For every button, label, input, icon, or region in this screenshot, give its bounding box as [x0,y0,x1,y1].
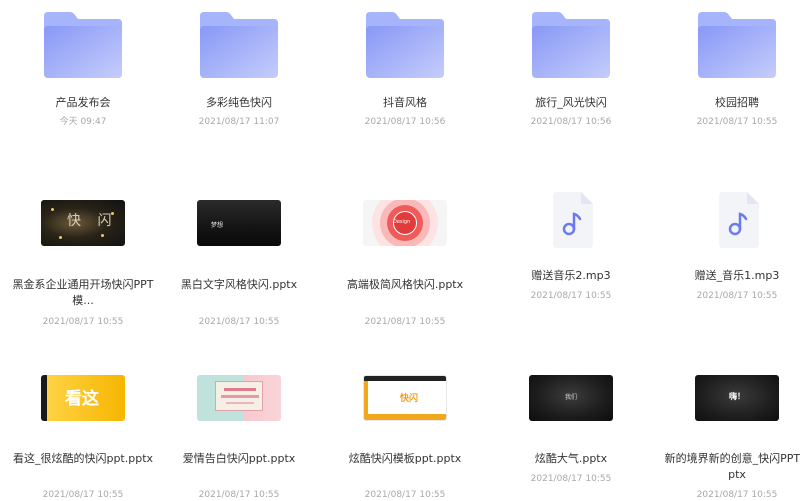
text-line-decoration [224,388,256,391]
item-name: 炫酷快闪模板ppt.pptx [348,452,462,465]
pptx-thumbnail: 我们 [529,375,613,421]
pptx-thumbnail: 看这 [41,375,125,421]
pptx-thumbnail [197,375,281,421]
item-date: 2021/08/17 10:55 [198,490,280,500]
file-item[interactable]: 嗨！ 新的境界新的创意_快闪PPT.pptx 2021/08/17 10:55 [654,0,800,500]
thumbnail-text: 快闪 [400,394,419,404]
file-item[interactable]: 爱情告白快闪ppt.pptx 2021/08/17 10:55 [156,0,322,500]
pptx-thumbnail: 快闪 [363,375,447,421]
bar-decoration [364,376,446,381]
item-date: 2021/08/17 10:55 [364,490,446,500]
thumbnail-text: 看这 [65,389,99,409]
bar-decoration [364,414,446,420]
bar-decoration [41,375,47,421]
text-line-decoration [221,395,259,398]
text-line-decoration [226,402,254,404]
thumbnail-text: 嗨！ [729,392,745,401]
file-item[interactable]: 我们 炫酷大气.pptx 2021/08/17 10:55 [488,0,654,493]
item-name: 看这_很炫酷的快闪ppt.pptx [12,452,154,465]
file-item[interactable]: 快闪 炫酷快闪模板ppt.pptx 2021/08/17 10:55 [322,0,488,500]
item-date: 2021/08/17 10:55 [530,474,612,484]
item-name: 爱情告白快闪ppt.pptx [182,452,296,465]
thumbnail-text: 我们 [564,394,577,401]
bar-decoration [364,381,368,416]
item-date: 2021/08/17 10:55 [42,490,124,500]
file-grid: 产品发布会 今天 09:47 多彩纯色快闪 2021/08/17 11:07 抖… [0,0,800,500]
item-date: 2021/08/17 10:55 [696,490,778,500]
pptx-thumbnail: 嗨！ [695,375,779,421]
item-name: 新的境界新的创意_快闪PPT.pptx [664,452,800,481]
card-decoration [215,381,263,411]
item-name: 炫酷大气.pptx [534,452,608,465]
file-item[interactable]: 看这 看这_很炫酷的快闪ppt.pptx 2021/08/17 10:55 [0,0,166,500]
